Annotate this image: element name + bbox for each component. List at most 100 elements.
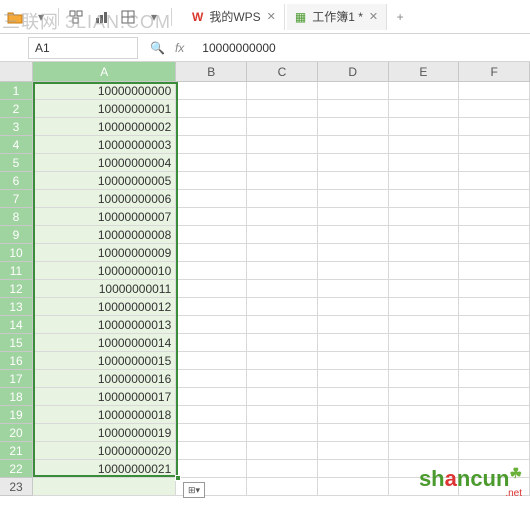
cell-C17[interactable] <box>247 370 318 388</box>
cell-E17[interactable] <box>389 370 460 388</box>
cell-C19[interactable] <box>247 406 318 424</box>
cell-D6[interactable] <box>318 172 389 190</box>
add-tab-button[interactable]: + <box>389 6 411 28</box>
cell-E4[interactable] <box>389 136 460 154</box>
cell-B22[interactable] <box>176 460 247 478</box>
cell-B5[interactable] <box>176 154 247 172</box>
cell-A7[interactable]: 10000000006 <box>33 190 176 208</box>
cell-F6[interactable] <box>459 172 530 190</box>
row-header-9[interactable]: 9 <box>0 226 32 244</box>
cell-A14[interactable]: 10000000013 <box>33 316 176 334</box>
cell-F21[interactable] <box>459 442 530 460</box>
cell-B13[interactable] <box>176 298 247 316</box>
cell-C8[interactable] <box>247 208 318 226</box>
cell-F7[interactable] <box>459 190 530 208</box>
cell-B10[interactable] <box>176 244 247 262</box>
cell-D10[interactable] <box>318 244 389 262</box>
cell-A5[interactable]: 10000000004 <box>33 154 176 172</box>
cell-C12[interactable] <box>247 280 318 298</box>
cell-F22[interactable] <box>459 460 530 478</box>
cell-F8[interactable] <box>459 208 530 226</box>
row-header-17[interactable]: 17 <box>0 370 32 388</box>
cell-F20[interactable] <box>459 424 530 442</box>
cell-A12[interactable]: 10000000011 <box>33 280 176 298</box>
cell-A20[interactable]: 10000000019 <box>33 424 176 442</box>
cell-C13[interactable] <box>247 298 318 316</box>
cell-E15[interactable] <box>389 334 460 352</box>
smartart-icon[interactable] <box>65 6 87 28</box>
cell-F19[interactable] <box>459 406 530 424</box>
fill-handle[interactable] <box>175 475 181 481</box>
cell-C11[interactable] <box>247 262 318 280</box>
cell-C21[interactable] <box>247 442 318 460</box>
cell-E8[interactable] <box>389 208 460 226</box>
col-header-F[interactable]: F <box>459 62 530 81</box>
cell-F3[interactable] <box>459 118 530 136</box>
cell-D17[interactable] <box>318 370 389 388</box>
cell-A19[interactable]: 10000000018 <box>33 406 176 424</box>
open-folder-icon[interactable] <box>4 6 26 28</box>
search-icon[interactable]: 🔍 <box>150 41 165 55</box>
row-header-20[interactable]: 20 <box>0 424 32 442</box>
cell-C23[interactable] <box>247 478 318 496</box>
col-header-C[interactable]: C <box>247 62 318 81</box>
cell-A3[interactable]: 10000000002 <box>33 118 176 136</box>
row-header-6[interactable]: 6 <box>0 172 32 190</box>
cell-A2[interactable]: 10000000001 <box>33 100 176 118</box>
row-header-2[interactable]: 2 <box>0 100 32 118</box>
cell-F23[interactable] <box>459 478 530 496</box>
row-header-12[interactable]: 12 <box>0 280 32 298</box>
col-header-A[interactable]: A <box>33 62 176 81</box>
cell-E11[interactable] <box>389 262 460 280</box>
cell-B9[interactable] <box>176 226 247 244</box>
cell-A6[interactable]: 10000000005 <box>33 172 176 190</box>
row-header-11[interactable]: 11 <box>0 262 32 280</box>
row-header-21[interactable]: 21 <box>0 442 32 460</box>
row-header-19[interactable]: 19 <box>0 406 32 424</box>
cell-D5[interactable] <box>318 154 389 172</box>
cell-D23[interactable] <box>318 478 389 496</box>
name-box[interactable]: A1 <box>28 37 138 59</box>
chart-icon[interactable] <box>91 6 113 28</box>
cell-B16[interactable] <box>176 352 247 370</box>
cell-D19[interactable] <box>318 406 389 424</box>
cell-A18[interactable]: 10000000017 <box>33 388 176 406</box>
grid-icon[interactable] <box>117 6 139 28</box>
cell-E1[interactable] <box>389 82 460 100</box>
cell-A13[interactable]: 10000000012 <box>33 298 176 316</box>
cell-A15[interactable]: 10000000014 <box>33 334 176 352</box>
cell-D14[interactable] <box>318 316 389 334</box>
cell-F18[interactable] <box>459 388 530 406</box>
cell-A10[interactable]: 10000000009 <box>33 244 176 262</box>
cell-A21[interactable]: 10000000020 <box>33 442 176 460</box>
cell-D20[interactable] <box>318 424 389 442</box>
cell-F15[interactable] <box>459 334 530 352</box>
cell-F5[interactable] <box>459 154 530 172</box>
cell-A8[interactable]: 10000000007 <box>33 208 176 226</box>
cell-F1[interactable] <box>459 82 530 100</box>
tab-my-wps[interactable]: W 我的WPS ✕ <box>184 4 285 30</box>
col-header-E[interactable]: E <box>389 62 460 81</box>
cell-E12[interactable] <box>389 280 460 298</box>
row-header-22[interactable]: 22 <box>0 460 32 478</box>
cell-B11[interactable] <box>176 262 247 280</box>
cell-B12[interactable] <box>176 280 247 298</box>
cell-F14[interactable] <box>459 316 530 334</box>
cell-D2[interactable] <box>318 100 389 118</box>
fx-icon[interactable]: fx <box>175 41 184 55</box>
cell-F13[interactable] <box>459 298 530 316</box>
cell-F2[interactable] <box>459 100 530 118</box>
cell-C6[interactable] <box>247 172 318 190</box>
col-header-B[interactable]: B <box>176 62 247 81</box>
cell-D16[interactable] <box>318 352 389 370</box>
row-header-14[interactable]: 14 <box>0 316 32 334</box>
cell-E18[interactable] <box>389 388 460 406</box>
cell-D18[interactable] <box>318 388 389 406</box>
row-header-16[interactable]: 16 <box>0 352 32 370</box>
cell-F16[interactable] <box>459 352 530 370</box>
cell-A16[interactable]: 10000000015 <box>33 352 176 370</box>
cell-F9[interactable] <box>459 226 530 244</box>
row-header-7[interactable]: 7 <box>0 190 32 208</box>
cell-B8[interactable] <box>176 208 247 226</box>
cell-F4[interactable] <box>459 136 530 154</box>
